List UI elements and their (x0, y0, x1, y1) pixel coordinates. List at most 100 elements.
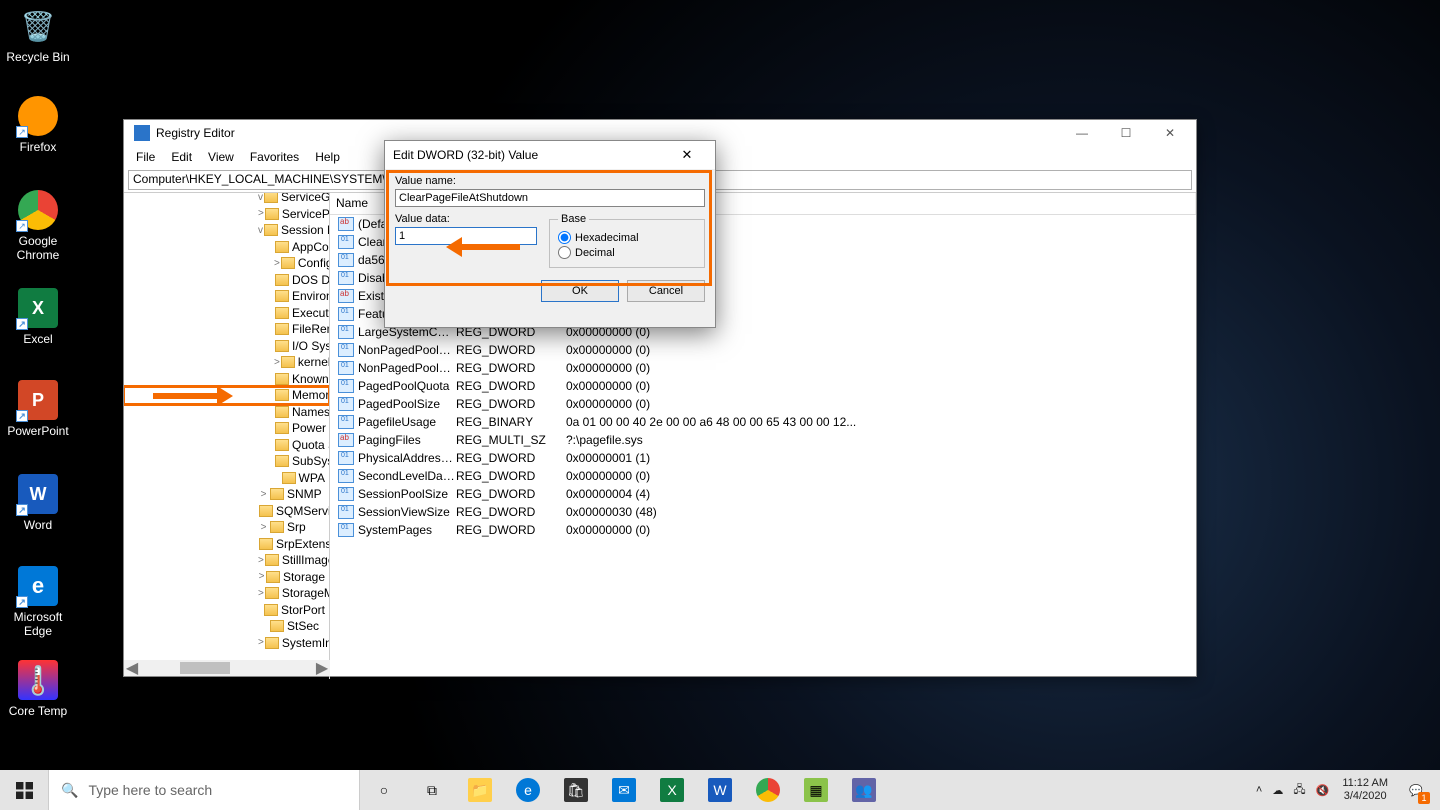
tree-node[interactable]: WPA (124, 470, 329, 487)
tree-node[interactable]: SQMServiceLis (124, 503, 329, 520)
tree-node[interactable]: FileRename (124, 321, 329, 338)
search-box[interactable]: 🔍 Type here to search (48, 770, 360, 810)
menu-favorites[interactable]: Favorites (244, 148, 305, 166)
menu-view[interactable]: View (202, 148, 240, 166)
folder-icon (281, 356, 295, 368)
tree-node[interactable]: >Configurati (124, 255, 329, 272)
tree-node[interactable]: Memory Ma (124, 387, 329, 404)
tree-scrollbar[interactable]: ◀▶ (124, 660, 330, 676)
value-icon (338, 397, 354, 411)
folder-icon (275, 274, 289, 286)
tree-node[interactable]: Namespace (124, 404, 329, 421)
tree-node[interactable]: Executive (124, 305, 329, 322)
tree-node[interactable]: >Srp (124, 519, 329, 536)
menu-help[interactable]: Help (309, 148, 346, 166)
dialog-titlebar[interactable]: Edit DWORD (32-bit) Value ✕ (385, 141, 715, 169)
tree-node[interactable]: >ServiceProvide (124, 206, 329, 223)
tray-network-icon[interactable]: 🖧 (1288, 781, 1310, 800)
action-center-icon[interactable]: 💬 1 (1396, 770, 1436, 810)
registry-value-row[interactable]: PagingFilesREG_MULTI_SZ?:\pagefile.sys (330, 431, 1196, 449)
registry-value-row[interactable]: SecondLevelDat...REG_DWORD0x00000000 (0) (330, 467, 1196, 485)
tree-node[interactable]: >SystemInforma (124, 635, 329, 652)
close-button[interactable]: ✕ (1148, 120, 1192, 146)
expand-icon[interactable]: > (258, 522, 269, 533)
teams-taskbar-icon[interactable]: 👥 (840, 770, 888, 810)
minimize-button[interactable]: — (1060, 120, 1104, 146)
registry-value-row[interactable]: NonPagedPoolSi...REG_DWORD0x00000000 (0) (330, 359, 1196, 377)
registry-value-row[interactable]: PagedPoolSizeREG_DWORD0x00000000 (0) (330, 395, 1196, 413)
desktop-icon-coretemp[interactable]: 🌡️Core Temp (0, 660, 76, 718)
tree-node[interactable]: Quota Syste (124, 437, 329, 454)
tree-node[interactable]: DOS Device (124, 272, 329, 289)
expand-icon[interactable]: > (258, 588, 264, 599)
registry-value-row[interactable]: SessionPoolSizeREG_DWORD0x00000004 (4) (330, 485, 1196, 503)
desktop-icon-edge[interactable]: e↗Microsoft Edge (0, 566, 76, 638)
tray-onedrive-icon[interactable]: ☁ (1267, 784, 1288, 797)
tree-node[interactable]: Environmen (124, 288, 329, 305)
desktop-icon-excel[interactable]: X↗Excel (0, 288, 76, 346)
value-data-input[interactable] (395, 227, 537, 245)
desktop-icon-powerpoint[interactable]: P↗PowerPoint (0, 380, 76, 438)
expand-icon[interactable]: > (258, 571, 265, 582)
folder-icon (275, 323, 289, 335)
folder-icon (259, 538, 273, 550)
dialog-close-button[interactable]: ✕ (667, 147, 707, 163)
expand-icon[interactable]: > (258, 489, 269, 500)
start-button[interactable] (0, 770, 48, 810)
tree-node[interactable]: >StorageManag (124, 585, 329, 602)
word-taskbar-icon[interactable]: W (696, 770, 744, 810)
expand-icon[interactable]: > (274, 357, 280, 368)
tree-node[interactable]: KnownDLLs (124, 371, 329, 388)
tree-node[interactable]: I/O System (124, 338, 329, 355)
task-view-icon[interactable]: ⧉ (408, 770, 456, 810)
cortana-icon[interactable]: ○ (360, 770, 408, 810)
cancel-button[interactable]: Cancel (627, 280, 705, 302)
registry-value-row[interactable]: PagedPoolQuotaREG_DWORD0x00000000 (0) (330, 377, 1196, 395)
tray-volume-icon[interactable]: 🔇 (1311, 784, 1335, 797)
desktop-icon-word[interactable]: W↗Word (0, 474, 76, 532)
tree-node[interactable]: SubSystems (124, 453, 329, 470)
expand-icon[interactable]: > (258, 637, 264, 648)
file-explorer-icon[interactable]: 📁 (456, 770, 504, 810)
desktop-icon-firefox[interactable]: ↗Firefox (0, 96, 76, 154)
edge-taskbar-icon[interactable]: e (504, 770, 552, 810)
chrome-taskbar-icon[interactable] (744, 770, 792, 810)
menu-file[interactable]: File (130, 148, 161, 166)
registry-value-row[interactable]: PagefileUsageREG_BINARY0a 01 00 00 40 2e… (330, 413, 1196, 431)
expand-icon[interactable]: v (258, 193, 263, 203)
tree-node[interactable]: AppCompa (124, 239, 329, 256)
tree-node[interactable]: StorPort (124, 602, 329, 619)
tree-node[interactable]: vSession Manag (124, 222, 329, 239)
tree-node[interactable]: StSec (124, 618, 329, 635)
tree-node[interactable]: >Storage (124, 569, 329, 586)
radio-dec[interactable] (558, 246, 571, 259)
tray-chevron-icon[interactable]: ˄ (1251, 784, 1267, 796)
store-icon[interactable]: 🛍 (552, 770, 600, 810)
desktop-icon-recycle-bin[interactable]: 🗑️Recycle Bin (0, 6, 76, 64)
expand-icon[interactable]: > (258, 555, 264, 566)
maximize-button[interactable]: ☐ (1104, 120, 1148, 146)
tree-node[interactable]: >kernel (124, 354, 329, 371)
expand-icon[interactable]: > (258, 208, 264, 219)
tree-pane[interactable]: vServiceGroupO>ServiceProvidevSession Ma… (124, 193, 330, 679)
tree-node[interactable]: Power (124, 420, 329, 437)
tree-node[interactable]: >StillImage (124, 552, 329, 569)
ok-button[interactable]: OK (541, 280, 619, 302)
expand-icon[interactable]: > (274, 258, 280, 269)
value-name-input[interactable] (395, 189, 705, 207)
registry-value-row[interactable]: SystemPagesREG_DWORD0x00000000 (0) (330, 521, 1196, 539)
registry-value-row[interactable]: SessionViewSizeREG_DWORD0x00000030 (48) (330, 503, 1196, 521)
menu-edit[interactable]: Edit (165, 148, 198, 166)
desktop-icon-chrome[interactable]: ↗Google Chrome (0, 190, 76, 262)
expand-icon[interactable]: v (258, 225, 263, 236)
regedit-taskbar-icon[interactable]: ▦ (792, 770, 840, 810)
registry-value-row[interactable]: PhysicalAddressE...REG_DWORD0x00000001 (… (330, 449, 1196, 467)
tree-node[interactable]: >SNMP (124, 486, 329, 503)
clock[interactable]: 11:12 AM 3/4/2020 (1334, 777, 1396, 803)
tree-node[interactable]: SrpExtensionCo (124, 536, 329, 553)
tree-node[interactable]: vServiceGroupO (124, 193, 329, 206)
registry-value-row[interactable]: NonPagedPoolQ...REG_DWORD0x00000000 (0) (330, 341, 1196, 359)
excel-taskbar-icon[interactable]: X (648, 770, 696, 810)
radio-hex[interactable] (558, 231, 571, 244)
mail-icon[interactable]: ✉ (600, 770, 648, 810)
